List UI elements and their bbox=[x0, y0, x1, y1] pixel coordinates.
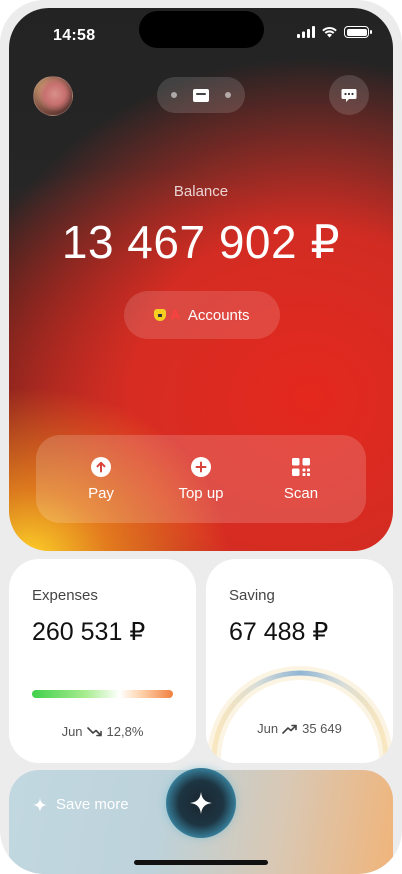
qr-code-icon bbox=[291, 457, 311, 477]
status-bar: 14:58 bbox=[9, 8, 393, 52]
chat-bubble-icon bbox=[341, 88, 357, 102]
trend-down-icon bbox=[86, 726, 102, 736]
pay-label: Pay bbox=[88, 484, 114, 502]
save-more-row: Save more bbox=[33, 796, 129, 813]
accounts-label: Accounts bbox=[187, 306, 250, 324]
ai-assistant-button[interactable] bbox=[166, 768, 236, 838]
plus-circle-icon bbox=[191, 456, 211, 477]
scan-button[interactable]: Scan bbox=[256, 435, 346, 523]
trend-up-icon bbox=[282, 724, 297, 734]
accounts-button[interactable]: A Accounts bbox=[124, 291, 280, 339]
switcher-dot-right bbox=[225, 92, 231, 98]
saving-card[interactable]: Saving 67 488 ₽ Jun 35 649 bbox=[206, 559, 393, 763]
sparkle-icon bbox=[190, 792, 212, 814]
saving-change: 35 649 bbox=[302, 721, 342, 736]
switcher-dot-left bbox=[171, 92, 177, 98]
signal-icon bbox=[297, 26, 315, 38]
quick-actions: Pay Top up Scan bbox=[36, 435, 366, 523]
chat-button[interactable] bbox=[329, 75, 369, 115]
card-switcher[interactable] bbox=[157, 77, 245, 113]
expenses-month: Jun bbox=[61, 724, 83, 739]
expenses-card[interactable]: Expenses 260 531 ₽ Jun 12,8% bbox=[9, 559, 196, 763]
balance-hero-card: 14:58 Balance 13 467 902 ₽ A Accounts Pa… bbox=[9, 8, 393, 551]
save-more-label: Save more bbox=[56, 796, 129, 813]
status-icons bbox=[297, 26, 372, 38]
wifi-icon bbox=[322, 27, 337, 38]
wallet-icon bbox=[193, 88, 209, 102]
expenses-title: Expenses bbox=[32, 587, 98, 604]
expenses-amount: 260 531 ₽ bbox=[32, 618, 146, 646]
tbank-logo-icon bbox=[154, 309, 167, 321]
bank-logos: A bbox=[154, 307, 180, 322]
pay-button[interactable]: Pay bbox=[56, 435, 146, 523]
saving-footer: Jun 35 649 bbox=[206, 721, 393, 736]
home-indicator[interactable] bbox=[134, 860, 268, 865]
saving-month: Jun bbox=[257, 721, 279, 736]
status-time: 14:58 bbox=[53, 27, 96, 44]
balance-label: Balance bbox=[173, 183, 229, 200]
dynamic-island bbox=[139, 11, 264, 48]
sparkle-icon bbox=[33, 797, 47, 812]
saving-title: Saving bbox=[229, 587, 275, 604]
saving-amount: 67 488 ₽ bbox=[229, 618, 329, 646]
saving-arc-gauge bbox=[207, 666, 393, 760]
top-up-label: Top up bbox=[178, 484, 224, 502]
arrow-up-circle-icon bbox=[91, 456, 111, 477]
balance-amount: 13 467 902 ₽ bbox=[61, 216, 341, 268]
phone-screen: 14:58 Balance 13 467 902 ₽ A Accounts Pa… bbox=[0, 0, 402, 874]
top-up-button[interactable]: Top up bbox=[156, 435, 246, 523]
battery-icon bbox=[344, 26, 372, 38]
scan-label: Scan bbox=[283, 484, 319, 502]
alfa-logo-icon: A bbox=[170, 307, 180, 322]
expenses-progress-bar bbox=[32, 690, 173, 698]
expenses-change: 12,8% bbox=[106, 724, 144, 739]
avatar[interactable] bbox=[33, 76, 73, 116]
expenses-footer: Jun 12,8% bbox=[9, 724, 196, 739]
